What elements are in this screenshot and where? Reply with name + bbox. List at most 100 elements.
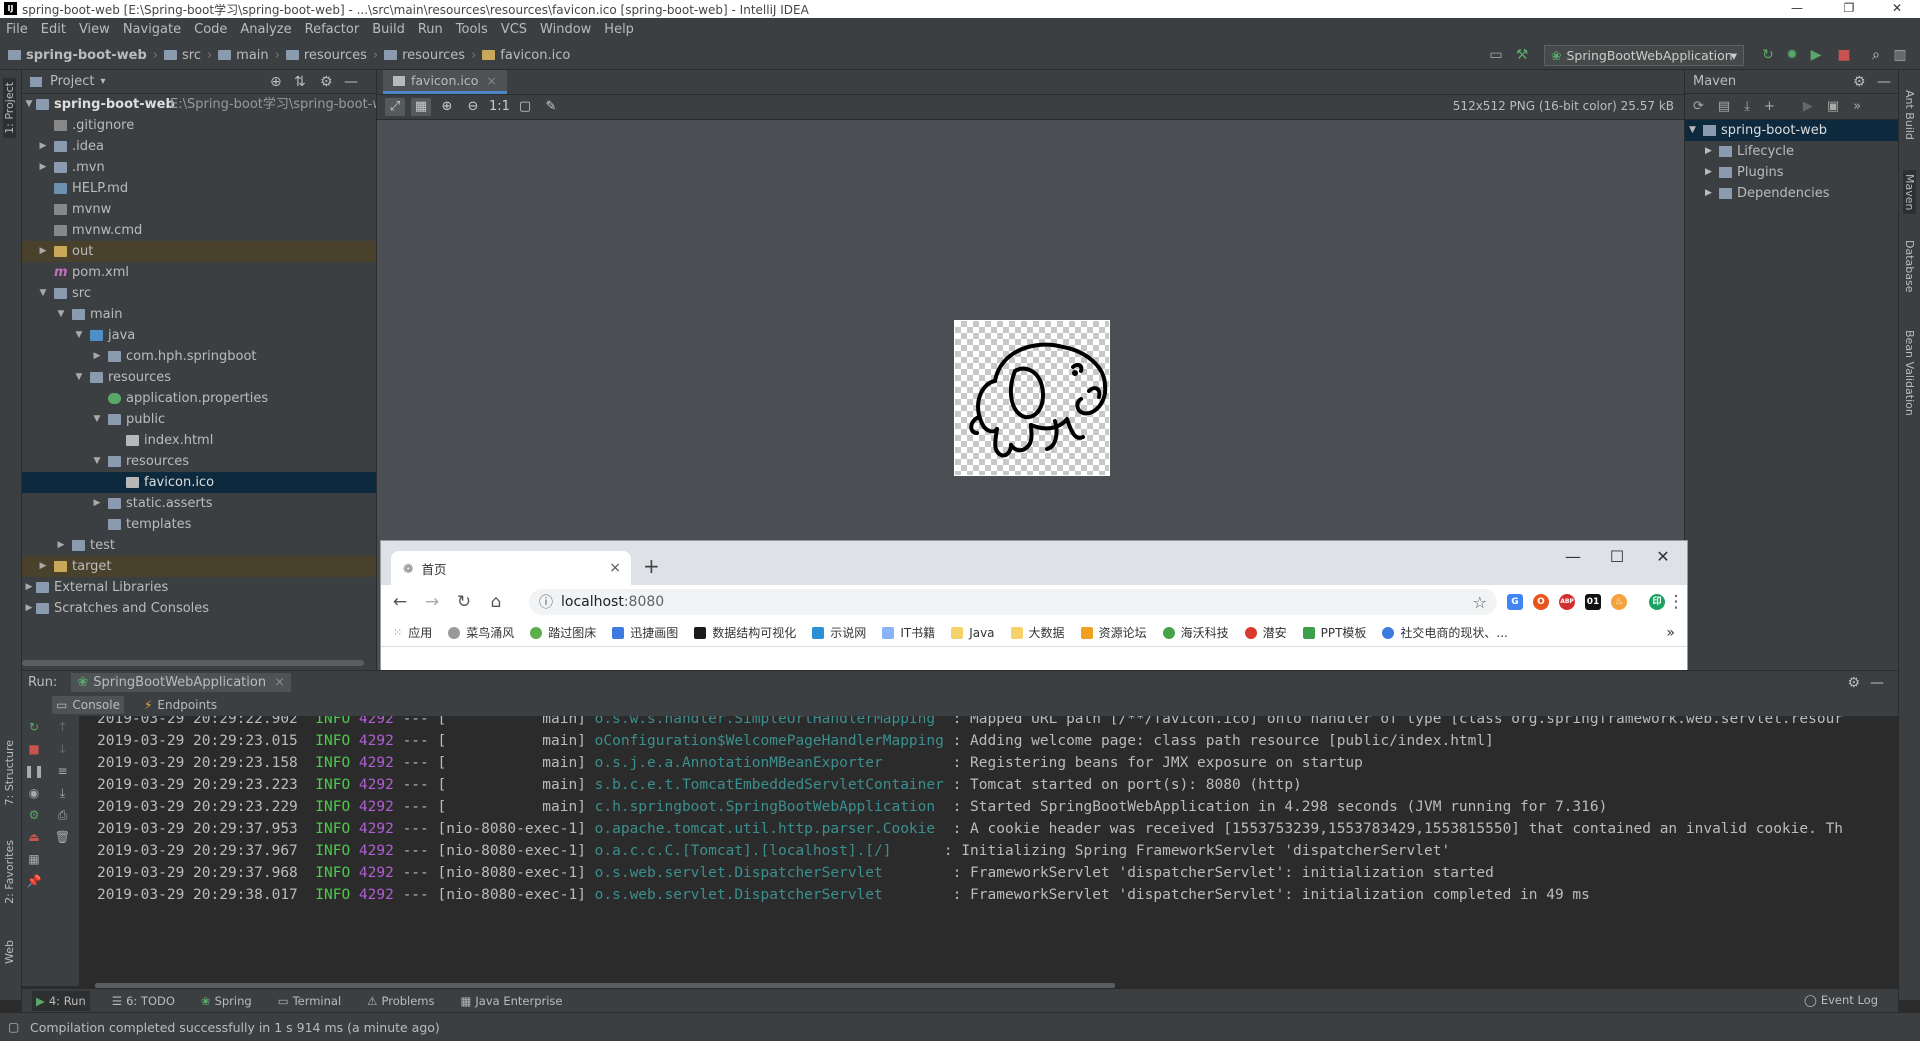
tool-tab-java-enterprise[interactable]: ▦ Java Enterprise	[457, 991, 567, 1011]
tree-item[interactable]: index.html	[22, 430, 376, 451]
bookmark[interactable]: 踏过图床	[530, 624, 596, 641]
tree-item[interactable]: ▶ Scratches and Consoles	[22, 598, 376, 619]
chevron-right-icon[interactable]: ▶	[92, 493, 102, 514]
maven-root[interactable]: ▼ spring-boot-web	[1685, 120, 1898, 141]
color-picker-icon[interactable]: ✎	[541, 98, 561, 116]
tree-item[interactable]: HELP.md	[22, 178, 376, 199]
tree-item[interactable]: m pom.xml	[22, 262, 376, 283]
extension-01-icon[interactable]: 01	[1585, 594, 1601, 610]
chevron-down-icon[interactable]: ▼	[74, 325, 84, 346]
tree-item[interactable]: ▼ resources	[22, 451, 376, 472]
zoom-in-icon[interactable]: ⊕	[437, 98, 457, 116]
stop-icon[interactable]: ■	[1836, 47, 1852, 63]
browser-menu-icon[interactable]: ⋮	[1663, 592, 1689, 612]
run-configuration-select[interactable]: ❀ SpringBootWebApplication ▾	[1544, 45, 1744, 66]
minimize-button[interactable]: —	[1774, 0, 1820, 18]
menu-build[interactable]: Build	[372, 22, 405, 37]
tool-tab-structure[interactable]: 7: Structure	[3, 740, 16, 805]
tree-item[interactable]: mvnw	[22, 199, 376, 220]
menu-edit[interactable]: Edit	[41, 22, 66, 37]
download-icon[interactable]: ⤓	[1744, 99, 1750, 114]
project-horizontal-scrollbar[interactable]	[22, 660, 364, 666]
tool-tab-terminal[interactable]: ▭ Terminal	[274, 991, 345, 1011]
extension-dog-icon[interactable]: ♨	[1611, 594, 1627, 610]
clear-icon[interactable]: 🗑	[46, 826, 79, 848]
toggle-offline-icon[interactable]: ▣	[1827, 99, 1839, 114]
bookmark-folder[interactable]: 大数据	[1010, 624, 1065, 641]
tool-tab-bean-validation[interactable]: Bean Validation	[1903, 330, 1916, 416]
locate-icon[interactable]: ⊕	[270, 74, 282, 90]
debug-icon[interactable]: ✹	[1784, 47, 1800, 63]
tool-tab-web[interactable]: Web	[3, 940, 16, 964]
gear-icon[interactable]: ⚙	[1853, 74, 1866, 90]
chevron-right-icon[interactable]: ▶	[56, 535, 66, 556]
chevron-down-icon[interactable]: ▼	[56, 304, 66, 325]
chevron-right-icon[interactable]: ▶	[38, 157, 48, 178]
maximize-button[interactable]: ❐	[1826, 0, 1872, 18]
tool-tab-project[interactable]: 1: Project	[3, 78, 16, 138]
tree-item[interactable]: ▶ .idea	[22, 136, 376, 157]
collapse-all-icon[interactable]: ⇅	[294, 74, 306, 90]
tree-item[interactable]: ▼ public	[22, 409, 376, 430]
breadcrumb-resources[interactable]: resources ›	[285, 48, 378, 63]
dump-threads-icon[interactable]: ◉	[22, 782, 46, 804]
tree-item[interactable]: .gitignore	[22, 115, 376, 136]
menu-code[interactable]: Code	[194, 22, 227, 37]
close-tab-icon[interactable]: ×	[486, 73, 496, 88]
bookmark[interactable]: 示说网	[812, 624, 866, 641]
tree-item[interactable]: ▶ target	[22, 556, 376, 577]
tree-item[interactable]: ▶ out	[22, 241, 376, 262]
menu-run[interactable]: Run	[418, 22, 443, 37]
tree-item[interactable]: ▼ main	[22, 304, 376, 325]
tree-item[interactable]: ▶ com.hph.springboot	[22, 346, 376, 367]
chevron-down-icon[interactable]: ▼	[1689, 120, 1696, 141]
menu-view[interactable]: View	[79, 22, 110, 37]
chevron-down-icon[interactable]: ▼	[74, 367, 84, 388]
breadcrumb-main[interactable]: main ›	[218, 48, 280, 63]
run-icon[interactable]: ▶	[1803, 99, 1813, 114]
build-hammer-icon[interactable]: ⚒	[1514, 47, 1530, 63]
bookmark[interactable]: 迅捷画图	[612, 624, 678, 641]
settings-icon[interactable]: ▥	[1892, 47, 1908, 63]
tool-tab-database[interactable]: Database	[1903, 240, 1916, 293]
chevron-down-icon[interactable]: ▼	[92, 451, 102, 472]
translate-extension-icon[interactable]: G	[1507, 594, 1523, 610]
actual-size-button[interactable]: 1:1	[489, 98, 510, 116]
bookmark[interactable]: PPT模板	[1302, 624, 1366, 641]
chevron-down-icon[interactable]: ▼	[92, 409, 102, 430]
tree-item[interactable]: application.properties	[22, 388, 376, 409]
bookmark[interactable]: 菜鸟涌风	[448, 624, 514, 641]
tool-tab-spring[interactable]: ❀ Spring	[197, 991, 256, 1011]
chevron-right-icon[interactable]: ▶	[92, 346, 102, 367]
rerun-icon[interactable]: ↻	[1760, 47, 1776, 63]
reload-icon[interactable]: ↻	[451, 592, 477, 612]
tab-favicon[interactable]: favicon.ico ×	[383, 70, 507, 94]
menu-refactor[interactable]: Refactor	[305, 22, 360, 37]
adblock-extension-icon[interactable]: ABP	[1559, 594, 1575, 610]
run-config-tab[interactable]: ❀ SpringBootWebApplication ×	[71, 673, 291, 692]
reimport-icon[interactable]: ⟳	[1693, 99, 1704, 114]
tree-item[interactable]: ▶ External Libraries	[22, 577, 376, 598]
breadcrumb-project[interactable]: spring-boot-web ›	[8, 48, 158, 63]
bookmark-apps[interactable]: ⁙ 应用	[393, 624, 432, 641]
pause-icon[interactable]: ❚❚	[22, 760, 46, 782]
tool-tab-ant-build[interactable]: Ant Build	[1903, 90, 1916, 140]
tree-item[interactable]: templates	[22, 514, 376, 535]
maven-item-dependencies[interactable]: ▶ Dependencies	[1685, 183, 1898, 204]
tool-tab-problems[interactable]: ⚠ Problems	[363, 991, 438, 1011]
bookmark[interactable]: 资源论坛	[1080, 624, 1147, 641]
gear-icon[interactable]: ⚙	[1847, 675, 1860, 691]
tree-item[interactable]: ▼ java	[22, 325, 376, 346]
chevron-right-icon[interactable]: ▶	[38, 241, 48, 262]
grid-toggle-icon[interactable]: ▦	[411, 98, 431, 116]
menu-vcs[interactable]: VCS	[501, 22, 527, 37]
project-structure-icon[interactable]: ▭	[1488, 47, 1504, 63]
toggle-tool-windows-icon[interactable]: ▢	[8, 1020, 19, 1034]
info-icon[interactable]: ⓘ	[539, 592, 553, 612]
bookmark-star-icon[interactable]: ☆	[1473, 593, 1487, 612]
browser-close-button[interactable]: ✕	[1643, 547, 1683, 566]
breadcrumb-resources-sub[interactable]: resources ›	[384, 48, 476, 63]
tree-item-selected[interactable]: favicon.ico	[22, 472, 376, 493]
tree-item[interactable]: ▶ .mvn	[22, 157, 376, 178]
hide-icon[interactable]: —	[1870, 675, 1884, 691]
